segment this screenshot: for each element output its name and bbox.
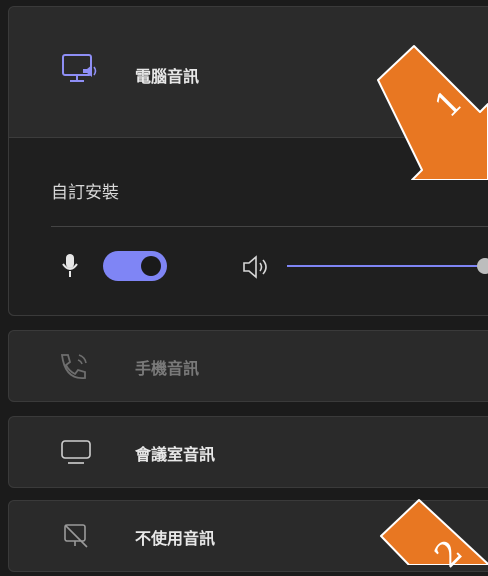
settings-divider [51,226,488,227]
annotation-arrow-2 [380,499,488,565]
speaker-volume-track[interactable] [287,265,487,267]
no-audio-label: 不使用音訊 [135,529,216,548]
room-audio-option[interactable]: 會議室音訊 [8,416,488,488]
microphone-icon [62,254,78,277]
microphone-toggle[interactable] [103,251,167,281]
audio-off-icon [64,524,88,548]
speaker-volume-thumb[interactable] [477,258,488,274]
toggle-knob [141,256,161,276]
speaker-icon [243,255,267,279]
room-display-icon [61,440,91,464]
phone-audio-label: 手機音訊 [135,359,200,378]
room-audio-label: 會議室音訊 [135,445,216,464]
custom-setup-label[interactable]: 自訂安裝 [51,178,119,203]
computer-audio-icon [62,54,97,82]
phone-audio-option[interactable]: 手機音訊 [8,330,488,402]
computer-audio-label: 電腦音訊 [135,67,200,86]
phone-icon [60,354,87,379]
